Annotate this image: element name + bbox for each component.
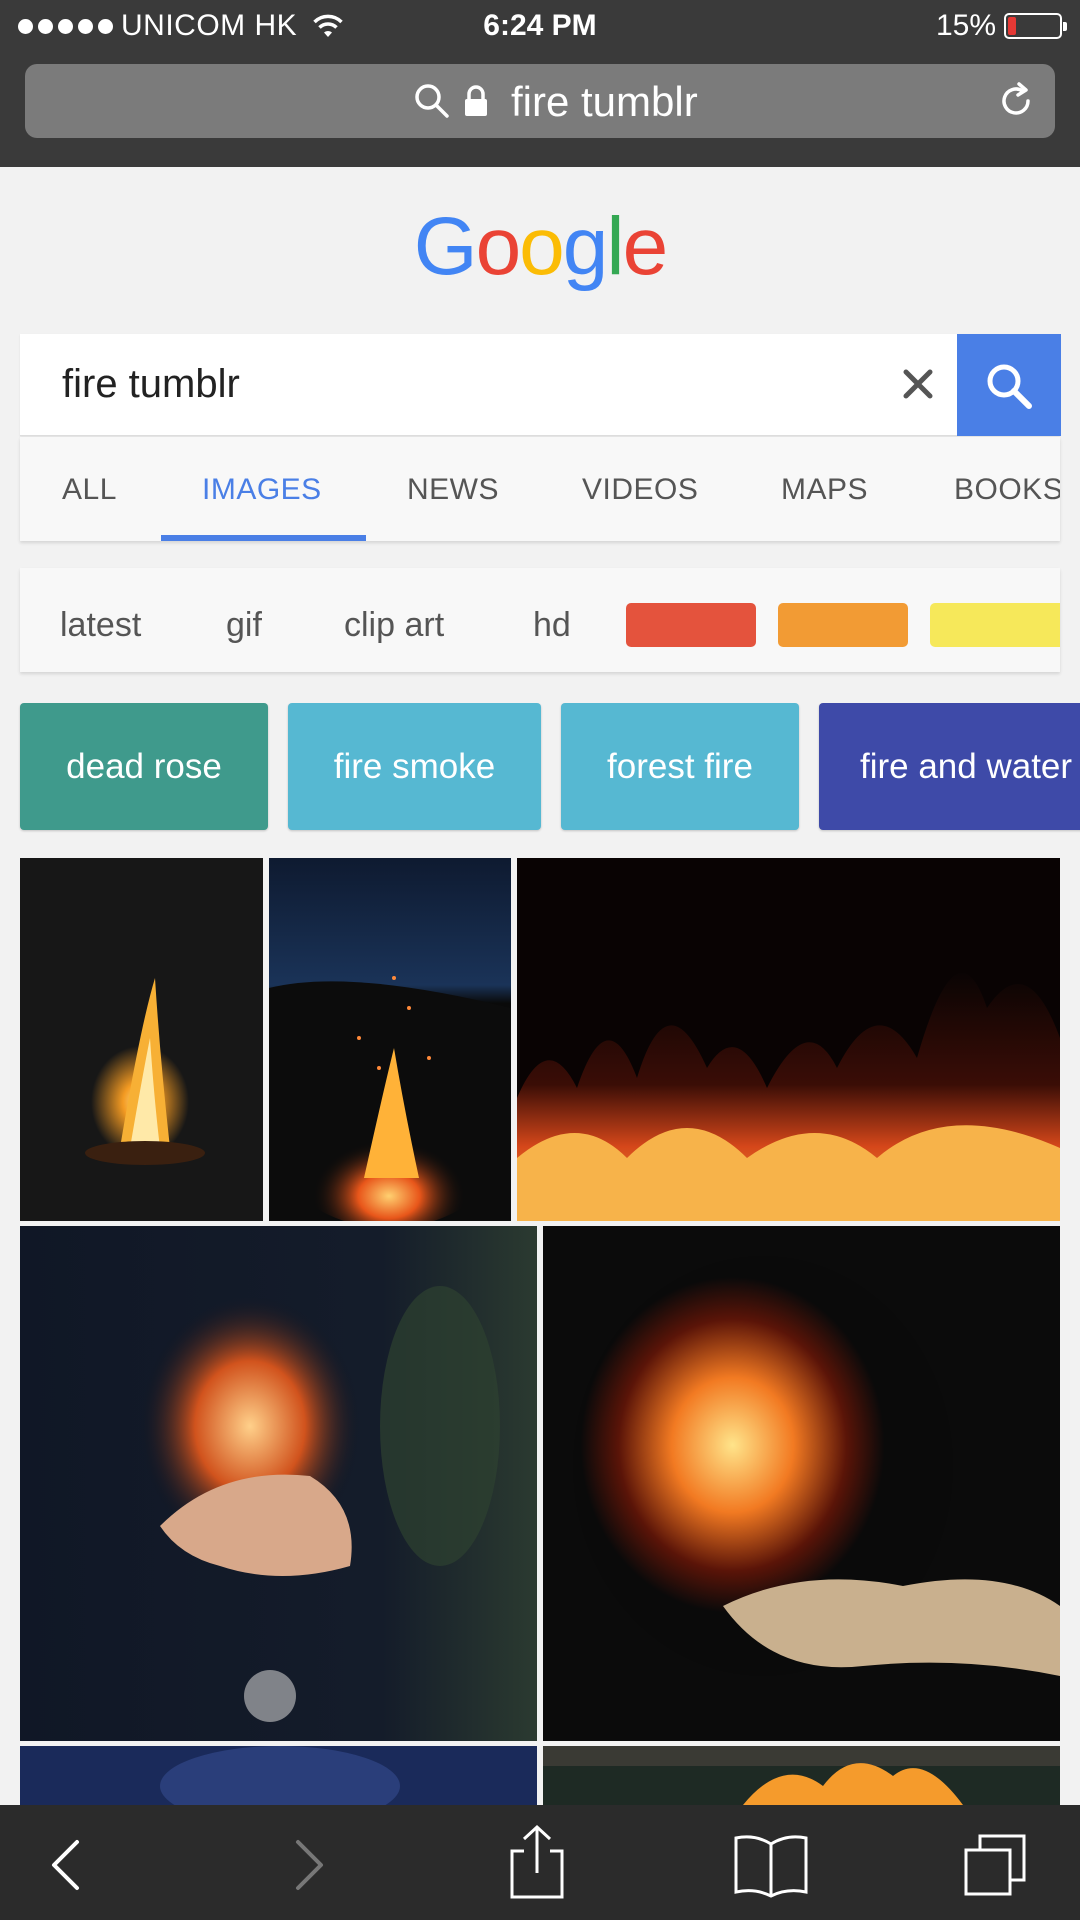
lock-icon [465, 85, 487, 116]
related-fire-smoke[interactable]: fire smoke [288, 703, 541, 830]
search-box: fire tumblr [20, 334, 1061, 436]
logo-letter: o [519, 201, 565, 292]
browser-toolbar [0, 1805, 1080, 1920]
clock: 6:24 PM [483, 9, 597, 42]
browser-top-bar: UNICOM HK 6:24 PM 15% fire tumblr [0, 0, 1080, 167]
related-dead-rose[interactable]: dead rose [20, 703, 268, 830]
logo-letter: g [562, 201, 609, 292]
search-icon [415, 84, 449, 118]
color-filter-yellow[interactable] [930, 603, 1060, 647]
logo-letter: l [606, 201, 624, 292]
filter-latest[interactable]: latest [60, 606, 141, 645]
back-icon[interactable] [32, 1830, 102, 1900]
tab-images[interactable]: IMAGES [202, 473, 322, 507]
address-bar[interactable]: fire tumblr [25, 64, 1055, 138]
clear-search-icon[interactable] [890, 356, 946, 412]
logo-letter: e [622, 201, 669, 292]
image-result[interactable] [20, 1226, 537, 1741]
battery-percent: 15% [935, 9, 996, 42]
battery-icon [1004, 13, 1067, 39]
tabs-icon[interactable] [960, 1830, 1030, 1900]
url-text: fire tumblr [511, 78, 698, 125]
image-result[interactable] [20, 1746, 537, 1805]
bookmarks-icon[interactable] [730, 1830, 812, 1900]
image-result[interactable] [543, 1746, 1060, 1805]
google-logo[interactable]: Google [0, 200, 1080, 294]
tab-all[interactable]: ALL [62, 473, 117, 507]
image-result[interactable] [269, 858, 511, 1221]
forward-icon[interactable] [273, 1830, 343, 1900]
tab-maps[interactable]: MAPS [781, 473, 868, 507]
related-fire-and-water[interactable]: fire and water [819, 703, 1080, 830]
logo-letter: G [413, 201, 478, 292]
color-filter-red[interactable] [626, 603, 756, 647]
image-result[interactable] [20, 858, 263, 1221]
image-result[interactable] [543, 1226, 1060, 1741]
tab-videos[interactable]: VIDEOS [582, 473, 698, 507]
related-searches: dead rose fire smoke forest fire fire an… [0, 703, 1080, 833]
tab-books[interactable]: BOOKS [954, 473, 1060, 507]
search-icon [987, 364, 1032, 409]
color-filter-orange[interactable] [778, 603, 908, 647]
search-button[interactable] [957, 334, 1061, 436]
reload-icon[interactable] [995, 80, 1037, 122]
tab-news[interactable]: NEWS [407, 473, 499, 507]
image-filters: latest gif clip art hd [20, 568, 1060, 672]
search-input[interactable]: fire tumblr [62, 362, 240, 407]
share-icon[interactable] [502, 1823, 572, 1901]
filter-clip-art[interactable]: clip art [344, 606, 444, 645]
filter-hd[interactable]: hd [533, 606, 571, 645]
filter-gif[interactable]: gif [226, 606, 262, 645]
status-right: 15% [935, 9, 1067, 43]
status-bar: UNICOM HK 6:24 PM 15% [0, 0, 1080, 52]
image-result[interactable] [517, 858, 1060, 1221]
logo-letter: o [475, 201, 522, 292]
search-tabs: ALL IMAGES NEWS VIDEOS MAPS BOOKS [20, 437, 1060, 541]
related-forest-fire[interactable]: forest fire [561, 703, 799, 830]
active-tab-indicator [161, 535, 366, 541]
